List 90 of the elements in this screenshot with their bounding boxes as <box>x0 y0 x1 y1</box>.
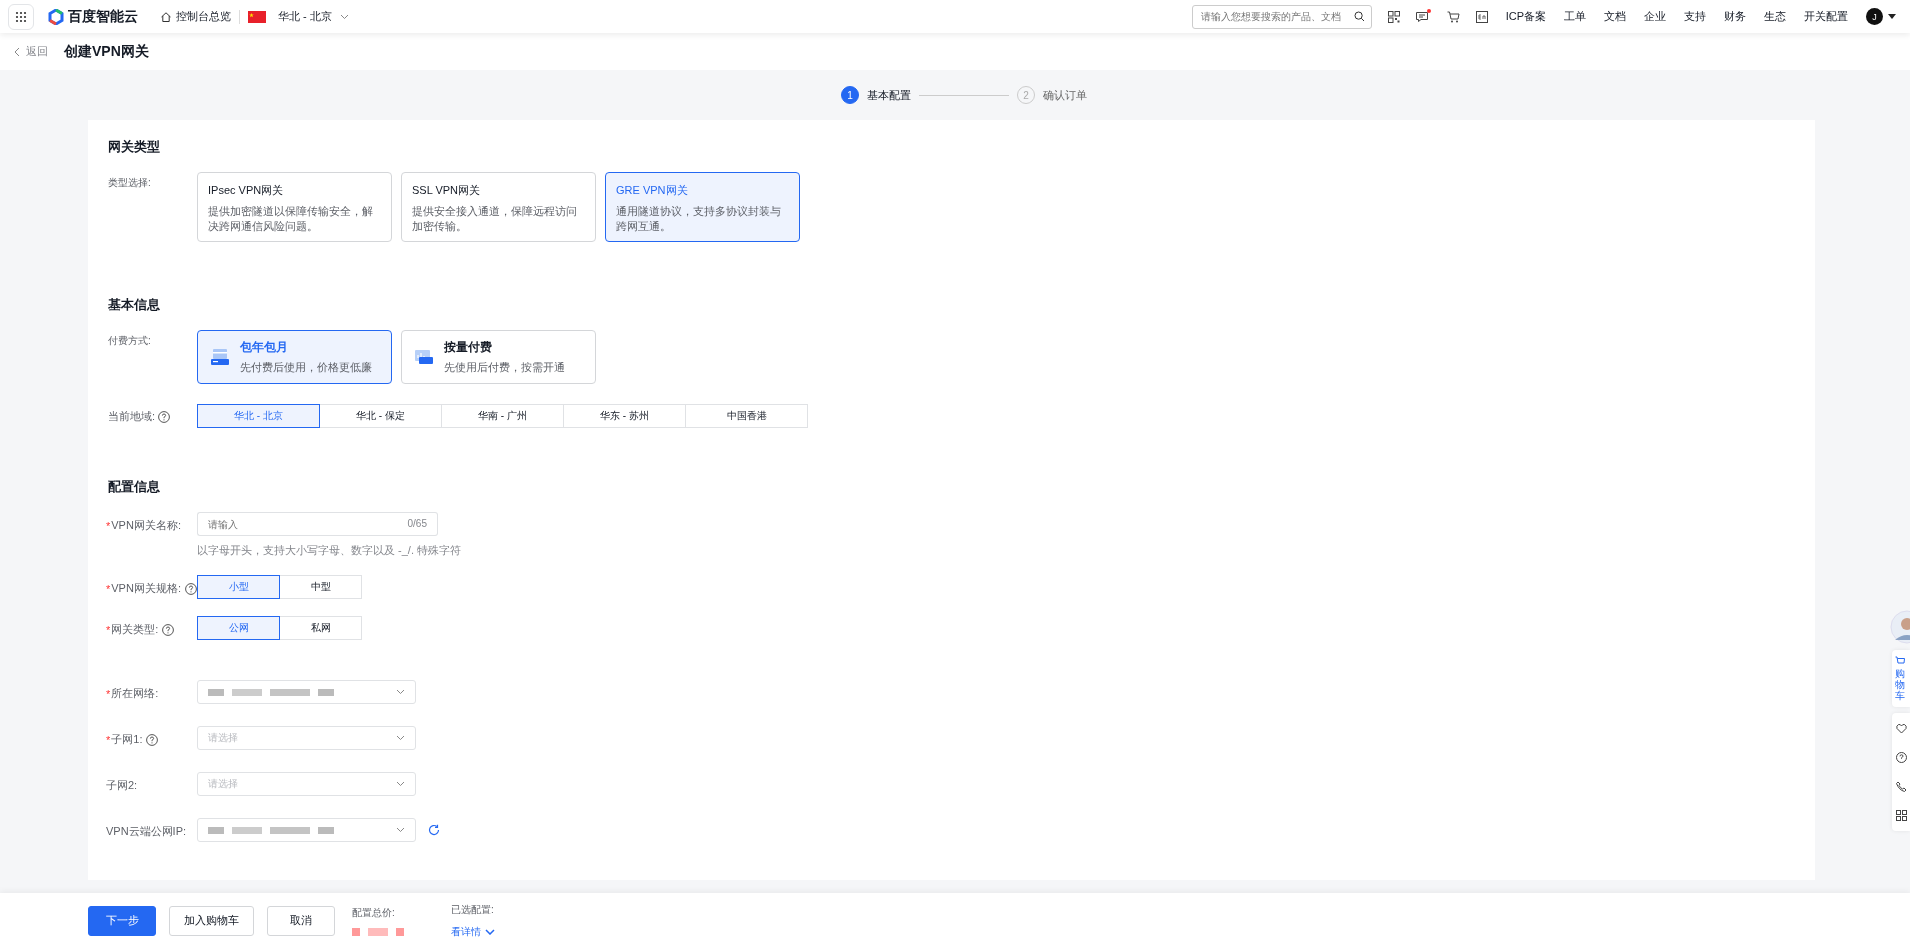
heart-icon[interactable] <box>1896 723 1907 734</box>
region-dropdown[interactable]: 华北 - 北京 <box>272 8 355 25</box>
cart-icon[interactable] <box>1446 10 1460 23</box>
billing-option[interactable]: 包年包月 先付费后使用，价格更低廉 <box>197 330 392 384</box>
refresh-icon[interactable] <box>428 824 440 836</box>
help-icon[interactable] <box>1896 752 1907 763</box>
footer-button[interactable]: 取消 <box>267 905 335 936</box>
help-icon[interactable] <box>162 623 175 636</box>
meter-icon <box>414 347 434 367</box>
page-title: 创建VPN网关 <box>64 42 149 61</box>
price-label: 配置总价: <box>352 905 396 920</box>
field-label: 付费方式: <box>108 334 152 348</box>
nav-link[interactable]: 支持 <box>1684 9 1706 24</box>
section-title: 网关类型 <box>108 138 161 156</box>
help-icon[interactable] <box>146 733 159 746</box>
apps-menu-button[interactable] <box>8 3 34 30</box>
nav-link[interactable]: 财务 <box>1724 9 1746 24</box>
section-title: 配置信息 <box>108 478 161 496</box>
selected-config-label: 已选配置: <box>451 902 495 917</box>
message-icon[interactable] <box>1415 10 1430 23</box>
footer-button[interactable]: 下一步 <box>88 905 156 936</box>
phone-icon[interactable] <box>1896 781 1907 792</box>
console-overview-link[interactable]: 控制台总览 <box>160 9 231 24</box>
segment-option[interactable]: 中型 <box>279 575 362 599</box>
logo-icon <box>48 8 64 25</box>
field-label: 所在网络: <box>111 686 159 701</box>
chevron-down-icon <box>396 689 405 695</box>
region-option[interactable]: 华东 - 苏州 <box>563 404 686 428</box>
chevron-down-icon <box>485 928 495 935</box>
nav-link[interactable]: 文档 <box>1604 9 1626 24</box>
search-field[interactable]: 请输入您想要搜索的产品、文档 <box>1191 4 1372 29</box>
field-label: VPN网关名称: <box>111 518 181 533</box>
step-label: 基本配置 <box>867 87 911 103</box>
region-option[interactable]: 中国香港 <box>685 404 808 428</box>
nav-link[interactable]: 开关配置 <box>1804 9 1848 24</box>
apps-grid-icon <box>15 10 27 23</box>
chevron-down-icon <box>396 827 405 833</box>
required-mark: * <box>106 519 111 532</box>
select-field[interactable] <box>197 680 416 704</box>
nav-link[interactable]: 生态 <box>1764 9 1786 24</box>
segment-option[interactable]: 公网 <box>197 616 280 640</box>
back-link[interactable]: 返回 <box>14 44 48 59</box>
nav-link[interactable]: 企业 <box>1644 9 1666 24</box>
field-label: 子网1: <box>111 732 143 747</box>
required-mark: * <box>106 733 111 746</box>
chevron-left-icon <box>14 46 20 57</box>
language-icon[interactable] <box>1475 10 1488 23</box>
field-label: 类型选择: <box>108 176 152 190</box>
step-number: 1 <box>841 86 859 104</box>
gateway-type-option[interactable]: GRE VPN网关 通用隧道协议，支持多协议封装与跨网互通。 <box>605 172 800 242</box>
region-option[interactable]: 华南 - 广州 <box>441 404 564 428</box>
region-option[interactable]: 华北 - 北京 <box>197 404 320 428</box>
help-icon[interactable] <box>184 582 197 595</box>
field-label: VPN云端公网IP: <box>106 824 187 839</box>
field-label: 子网2: <box>106 778 138 793</box>
field-label: 当前地域: <box>108 409 156 424</box>
field-label: VPN网关规格: <box>111 581 181 596</box>
billing-option[interactable]: 按量付费 先使用后付费，按需开通 <box>401 330 596 384</box>
search-icon[interactable] <box>1353 10 1365 22</box>
section-title: 基本信息 <box>108 296 161 314</box>
cart-icon <box>1895 656 1905 666</box>
grid-icon[interactable] <box>1896 810 1907 821</box>
region-option[interactable]: 华北 - 保定 <box>319 404 442 428</box>
chevron-down-icon <box>396 735 405 741</box>
step-label: 确认订单 <box>1043 87 1087 103</box>
segment-option[interactable]: 小型 <box>197 575 280 599</box>
calendar-icon <box>210 347 230 367</box>
flag-icon <box>248 10 266 23</box>
qr-code-icon[interactable] <box>1387 10 1400 23</box>
select-field[interactable] <box>197 818 416 842</box>
view-details-link[interactable]: 看详情 <box>451 924 495 939</box>
cart-tab[interactable]: 购物车 <box>1892 650 1910 707</box>
gateway-type-option[interactable]: SSL VPN网关 提供安全接入通道，保障远程访问加密传输。 <box>401 172 596 242</box>
field-hint: 以字母开头，支持大小写字母、数字以及 -_/. 特殊字符 <box>197 543 461 558</box>
caret-icon[interactable] <box>1888 14 1896 19</box>
required-mark: * <box>106 687 111 700</box>
segment-option[interactable]: 私网 <box>279 616 362 640</box>
nav-link[interactable]: 工单 <box>1564 9 1586 24</box>
chevron-down-icon <box>339 13 349 20</box>
help-icon[interactable] <box>158 410 171 423</box>
home-icon <box>160 10 172 23</box>
gateway-type-option[interactable]: IPsec VPN网关 提供加密隧道以保障传输安全，解决跨网通信风险问题。 <box>197 172 392 242</box>
footer-button[interactable]: 加入购物车 <box>169 905 254 936</box>
chevron-down-icon <box>396 781 405 787</box>
nav-link[interactable]: ICP备案 <box>1505 9 1546 24</box>
field-label: 网关类型: <box>111 622 159 637</box>
required-mark: * <box>106 623 111 636</box>
required-mark: * <box>106 582 111 595</box>
brand-name[interactable]: 百度智能云 <box>68 7 138 26</box>
user-avatar[interactable]: J <box>1866 8 1883 25</box>
